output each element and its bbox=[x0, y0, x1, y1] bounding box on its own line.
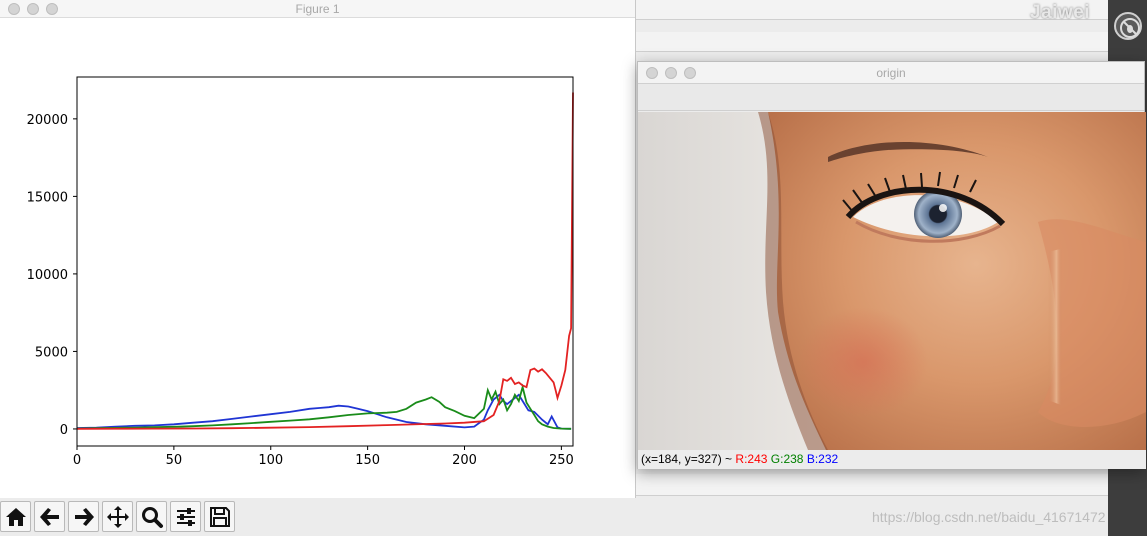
x-tick-label-1: 50 bbox=[166, 453, 183, 468]
origin-window-title: origin bbox=[876, 66, 906, 80]
dock-app-icon[interactable] bbox=[1114, 12, 1142, 40]
series-line-2 bbox=[76, 92, 574, 430]
figure-window: Figure 1 0 50 100 150 200 250 0 5000 10000 15000 2… bbox=[0, 0, 636, 536]
magnifier-icon bbox=[142, 507, 163, 528]
home-icon bbox=[6, 508, 26, 526]
no-bug-icon bbox=[1120, 18, 1140, 38]
series-line-0 bbox=[76, 393, 572, 430]
y-tick-label-4: 20000 bbox=[27, 113, 68, 128]
save-button[interactable] bbox=[204, 501, 235, 532]
back-button[interactable] bbox=[34, 501, 65, 532]
home-button[interactable] bbox=[0, 501, 31, 532]
x-tick-label-0: 0 bbox=[73, 453, 81, 468]
y-tick-label-0: 0 bbox=[60, 423, 68, 438]
move-icon bbox=[107, 506, 129, 528]
x-tick-label-4: 200 bbox=[452, 453, 477, 468]
origin-titlebar[interactable]: origin bbox=[638, 62, 1144, 84]
face-image bbox=[638, 112, 1146, 450]
histogram-plot[interactable]: 0 50 100 150 200 250 0 5000 10000 15000 20000 bbox=[0, 18, 636, 498]
plot-frame bbox=[76, 76, 574, 447]
status-green-value: G:238 bbox=[770, 452, 804, 466]
x-tick-label-2: 100 bbox=[258, 453, 283, 468]
matplotlib-toolbar bbox=[0, 498, 636, 536]
origin-window: origin (x=184, y=327) ~ R:243 G:238 B:23… bbox=[637, 61, 1146, 469]
status-blue-value: B:232 bbox=[806, 452, 839, 466]
background-window-toolbar bbox=[636, 32, 1111, 52]
background-window-footer bbox=[636, 474, 1111, 496]
zoom-button[interactable] bbox=[136, 501, 167, 532]
status-coords: (x=184, y=327) ~ bbox=[641, 452, 733, 466]
y-tick-label-2: 10000 bbox=[27, 268, 68, 283]
top-watermark: Jaiwei bbox=[1030, 2, 1091, 23]
y-tick-label-3: 15000 bbox=[27, 190, 68, 205]
figure-titlebar[interactable]: Figure 1 bbox=[0, 0, 635, 18]
x-tick-label-5: 250 bbox=[549, 453, 574, 468]
status-red-value: R:243 bbox=[735, 452, 768, 466]
bottom-watermark: https://blog.csdn.net/baidu_41671472 bbox=[872, 509, 1106, 525]
arrow-left-icon bbox=[40, 508, 59, 526]
forward-button[interactable] bbox=[68, 501, 99, 532]
face-photo[interactable] bbox=[638, 112, 1146, 450]
pan-button[interactable] bbox=[102, 501, 133, 532]
origin-toolbar bbox=[638, 84, 1144, 111]
pixel-status-bar: (x=184, y=327) ~ R:243 G:238 B:232 bbox=[638, 450, 1146, 469]
configure-subplots-button[interactable] bbox=[170, 501, 201, 532]
x-tick-label-3: 150 bbox=[355, 453, 380, 468]
arrow-right-icon bbox=[75, 508, 94, 526]
figure-window-title: Figure 1 bbox=[295, 2, 340, 16]
sliders-icon bbox=[177, 508, 195, 526]
y-tick-label-1: 5000 bbox=[35, 345, 68, 360]
floppy-disk-icon bbox=[210, 507, 230, 527]
